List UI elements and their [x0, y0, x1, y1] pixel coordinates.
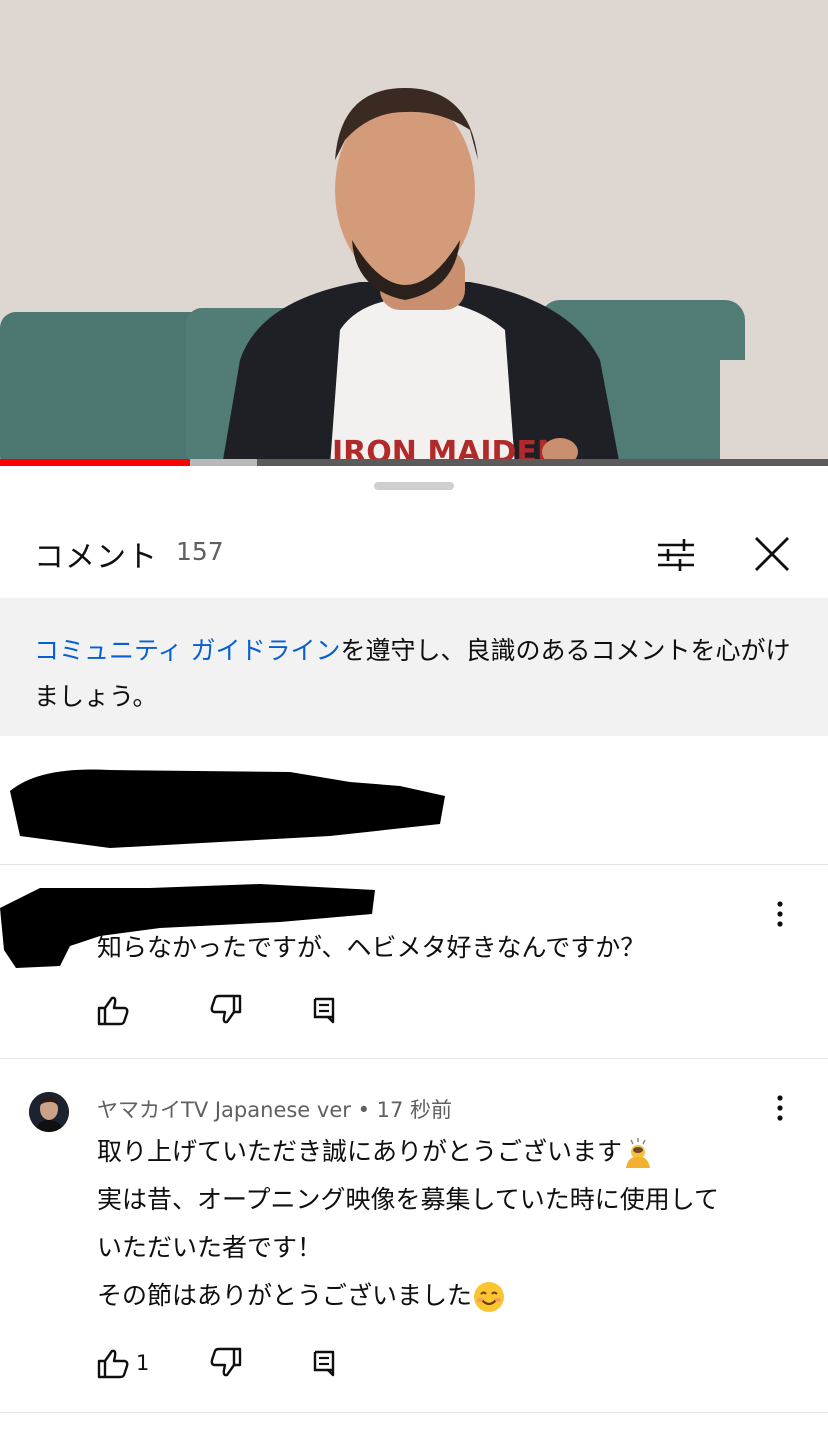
reply-icon	[313, 997, 335, 1024]
sort-filter-button[interactable]	[648, 526, 704, 582]
thumbs-up-icon	[97, 1349, 129, 1379]
thumbs-down-icon	[210, 1347, 242, 1377]
close-button[interactable]	[744, 526, 800, 582]
reply-button[interactable]	[304, 1343, 344, 1383]
reply-button[interactable]	[304, 990, 344, 1030]
comments-count: 157	[176, 537, 224, 566]
notice-text: コミュニティ ガイドラインを遵守し、良識のあるコメントを心がけましょう。	[34, 628, 804, 720]
like-count: 1	[136, 1351, 150, 1375]
comment-line-text: 取り上げていただき誠にありがとうございます	[97, 1137, 623, 1166]
comment-line: その節はありがとうございました	[97, 1272, 797, 1320]
dislike-button[interactable]	[206, 1343, 246, 1383]
like-button[interactable]	[93, 1343, 133, 1383]
comment-line: 実は昔、オープニング映像を募集していた時に使用して	[97, 1185, 720, 1214]
like-button[interactable]	[93, 990, 133, 1030]
smiling-face-emoji	[474, 1282, 505, 1312]
bowing-person-emoji	[626, 1138, 651, 1168]
more-vert-icon	[777, 1095, 783, 1121]
reply-icon	[313, 1350, 335, 1377]
more-options-button[interactable]	[760, 1088, 800, 1128]
drag-handle[interactable]	[374, 482, 454, 490]
comment-author[interactable]: ヤマカイTV Japanese ver	[97, 1098, 351, 1122]
divider	[0, 1058, 828, 1059]
meta-separator: •	[357, 1098, 370, 1122]
comments-title: コメント	[34, 540, 158, 575]
comment-line-text: その節はありがとうございました	[97, 1281, 473, 1310]
comment-meta: ヤマカイTV Japanese ver • 17 秒前	[97, 1094, 452, 1124]
thumbs-up-icon	[97, 996, 129, 1026]
comment-text: 知らなかったですが、ヘビメタ好きなんですか？	[97, 933, 646, 962]
close-icon	[755, 537, 789, 571]
comments-header: コメント 157	[0, 516, 828, 596]
more-options-button[interactable]	[760, 894, 800, 934]
comment-text: 取り上げていただき誠にありがとうございます 実は昔、オープニング映像を募集してい…	[97, 1128, 797, 1320]
more-vert-icon	[777, 901, 783, 927]
community-guidelines-link[interactable]: コミュニティ ガイドライン	[34, 636, 340, 665]
comment-time: 17 秒前	[376, 1098, 453, 1122]
video-progress-bar[interactable]	[0, 459, 828, 466]
dislike-button[interactable]	[206, 990, 246, 1030]
played-bar	[0, 459, 191, 466]
thumbs-down-icon	[210, 994, 242, 1024]
comments-sheet: コメント 157 コミュニティ ガイドラインを遵守し、良識のあるコメントを心がけ…	[0, 466, 828, 1436]
community-guidelines-notice: コミュニティ ガイドラインを遵守し、良識のあるコメントを心がけましょう。	[0, 598, 828, 736]
video-player[interactable]: IRON MAIDEN	[0, 0, 828, 466]
avatar-image	[29, 1092, 69, 1132]
tune-icon	[658, 539, 694, 571]
avatar[interactable]	[29, 1092, 69, 1132]
divider	[0, 864, 828, 865]
comment-line: いただいた者です！	[97, 1233, 323, 1262]
comment-line: 取り上げていただき誠にありがとうございます	[97, 1128, 797, 1176]
divider	[0, 1412, 828, 1413]
redacted-region	[10, 769, 445, 848]
video-frame: IRON MAIDEN	[0, 0, 828, 466]
